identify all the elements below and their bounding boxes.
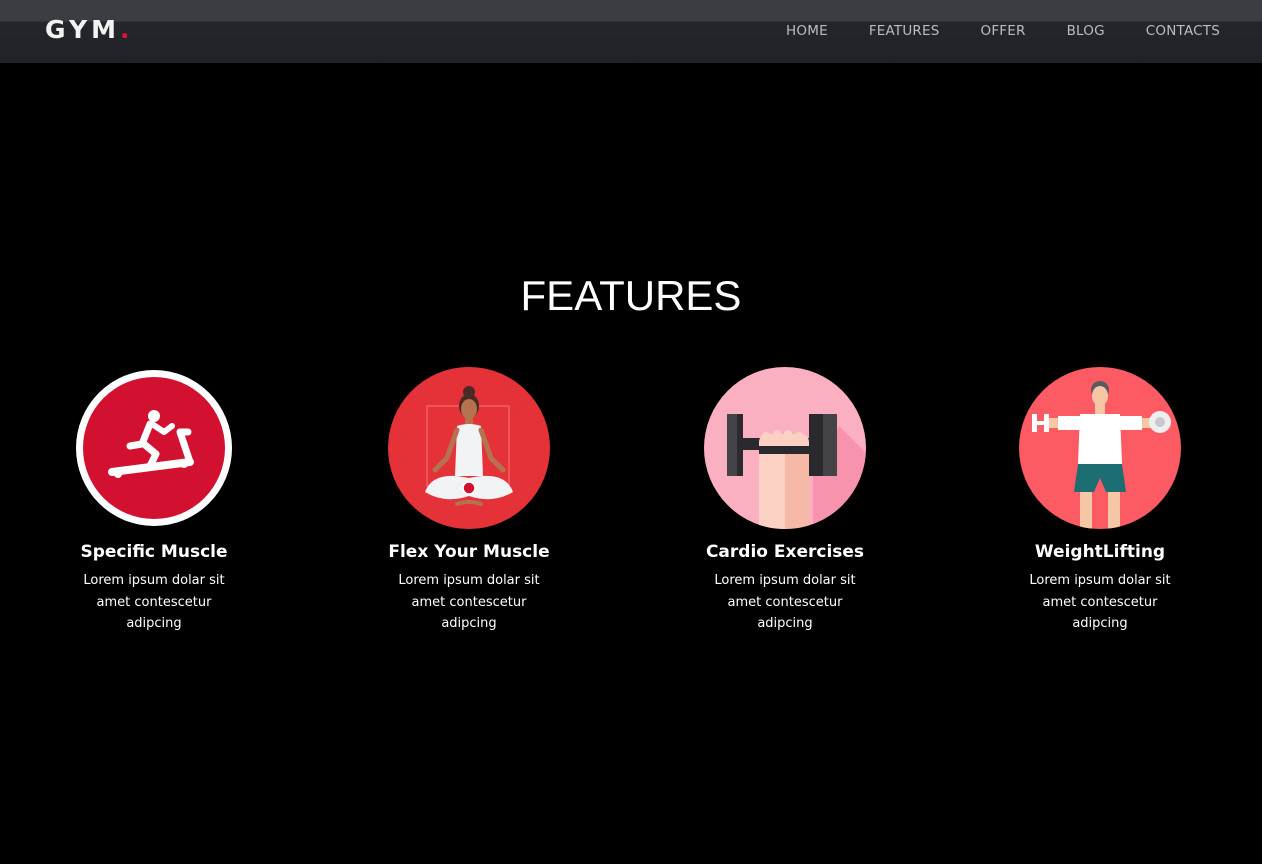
- nav-blog[interactable]: BLOG: [1067, 23, 1105, 39]
- feature-card: Cardio Exercises Lorem ipsum dolar sit a…: [685, 366, 885, 635]
- nav-features[interactable]: FEATURES: [869, 23, 940, 39]
- yoga-icon: [388, 367, 550, 529]
- nav-offer[interactable]: OFFER: [981, 23, 1026, 39]
- feature-card: WeightLifting Lorem ipsum dolar sit amet…: [1000, 366, 1200, 635]
- treadmill-icon: [76, 370, 232, 526]
- feature-title: Flex Your Muscle: [388, 542, 550, 562]
- navbar: GYM. HOME FEATURES OFFER BLOG CONTACTS: [0, 0, 1262, 63]
- feature-text: Lorem ipsum dolar sit amet contescetur a…: [398, 573, 540, 631]
- nav-home[interactable]: HOME: [786, 23, 828, 39]
- feature-text: Lorem ipsum dolar sit amet contescetur a…: [1029, 573, 1171, 631]
- feature-title: Cardio Exercises: [705, 542, 865, 562]
- brand-logo[interactable]: GYM.: [45, 15, 129, 44]
- brand-name: GYM: [45, 15, 120, 44]
- feature-title: Specific Muscle: [80, 542, 228, 562]
- brand-dot: .: [119, 15, 130, 44]
- feature-text: Lorem ipsum dolar sit amet contescetur a…: [714, 573, 856, 631]
- feature-card: Flex Your Muscle Lorem ipsum dolar sit a…: [369, 366, 569, 635]
- weightlifting-icon: [1019, 367, 1181, 529]
- dumbbell-icon: [704, 367, 866, 529]
- feature-text: Lorem ipsum dolar sit amet contescetur a…: [83, 573, 225, 631]
- features-title: FEATURES: [520, 272, 742, 319]
- feature-title: WeightLifting: [1034, 542, 1166, 562]
- main-nav: HOME FEATURES OFFER BLOG CONTACTS: [786, 23, 1220, 39]
- feature-card: Specific Muscle Lorem ipsum dolar sit am…: [54, 366, 254, 635]
- nav-contacts[interactable]: CONTACTS: [1146, 23, 1220, 39]
